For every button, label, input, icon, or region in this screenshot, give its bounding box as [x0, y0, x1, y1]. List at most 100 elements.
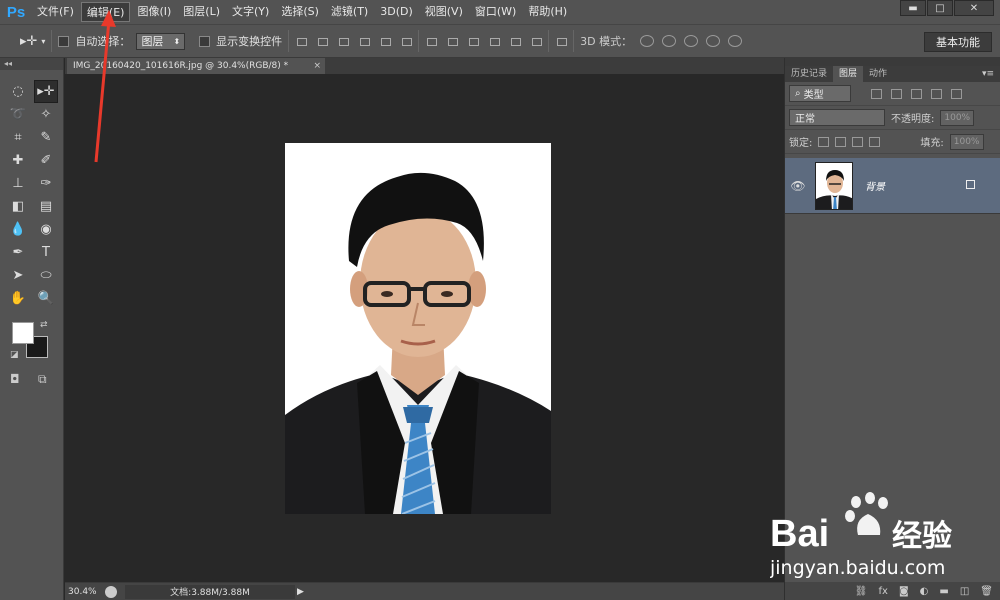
close-tab-icon[interactable]: ×	[313, 58, 321, 74]
align-hcenter-icon[interactable]	[379, 35, 392, 47]
layer-style-fx-icon[interactable]: fx	[879, 586, 888, 597]
filter-type-icon[interactable]	[911, 88, 922, 99]
distribute-top-icon[interactable]	[425, 35, 438, 47]
history-brush-tool-icon[interactable]: ✑	[34, 172, 58, 195]
lock-transparent-icon[interactable]	[818, 136, 830, 147]
document-tab[interactable]: IMG_20160420_101616R.jpg @ 30.4%(RGB/8) …	[67, 58, 325, 74]
close-icon[interactable]: ✕	[954, 0, 994, 16]
menu-help[interactable]: 帮助(H)	[523, 2, 572, 22]
distribute-right-icon[interactable]	[530, 35, 543, 47]
opacity-input[interactable]: 100%	[940, 109, 975, 126]
show-transform-option[interactable]: 显示变换控件	[199, 33, 282, 49]
menu-window[interactable]: 窗口(W)	[470, 2, 521, 22]
menu-type[interactable]: 文字(Y)	[227, 2, 274, 22]
layer-row[interactable]: 👁 背景	[785, 158, 1000, 214]
menu-view[interactable]: 视图(V)	[420, 2, 468, 22]
auto-align-icon[interactable]	[555, 35, 568, 47]
status-menu-arrow-icon[interactable]: ▶	[297, 587, 304, 597]
menu-3d[interactable]: 3D(D)	[375, 2, 418, 22]
canvas-area[interactable]	[65, 74, 784, 582]
lock-position-icon[interactable]	[852, 136, 864, 147]
document-image[interactable]	[285, 143, 551, 514]
screen-mode-icon[interactable]: ⧉	[38, 372, 47, 387]
swap-colors-icon[interactable]: ⇄	[40, 320, 48, 330]
distribute-bottom-icon[interactable]	[467, 35, 480, 47]
zoom-level[interactable]: 30.4%	[65, 587, 105, 597]
workspace-switcher[interactable]: 基本功能	[924, 32, 992, 52]
tab-layers[interactable]: 图层	[833, 66, 864, 82]
minimize-icon[interactable]: ▬	[900, 0, 926, 16]
3d-pan-icon[interactable]	[684, 35, 699, 47]
auto-select-target-dropdown[interactable]: 图层 ⬍	[136, 32, 186, 50]
panel-collapse-strip[interactable]	[785, 58, 1000, 66]
brush-tool-icon[interactable]: ✐	[34, 149, 58, 172]
magic-wand-tool-icon[interactable]: ✧	[34, 103, 58, 126]
align-right-icon[interactable]	[400, 35, 413, 47]
lasso-tool-icon[interactable]: ➰	[6, 103, 30, 126]
menu-edit[interactable]: 编辑(E)	[80, 2, 131, 22]
type-tool-icon[interactable]: T	[34, 241, 58, 264]
layer-lock-icon[interactable]	[966, 180, 975, 189]
healing-brush-tool-icon[interactable]: ✚	[6, 149, 30, 172]
tool-preset-picker[interactable]: ▸✛ ▾	[20, 34, 45, 49]
add-mask-icon[interactable]: ◙	[899, 586, 909, 597]
path-selection-tool-icon[interactable]: ➤	[6, 264, 30, 287]
gradient-tool-icon[interactable]: ▤	[34, 195, 58, 218]
zoom-tool-icon[interactable]: 🔍	[34, 287, 58, 310]
adjustment-layer-icon[interactable]: ◐	[920, 586, 929, 597]
link-layers-icon[interactable]: ⛓	[855, 586, 868, 597]
toolbox-collapse-icon[interactable]: ◂◂	[0, 58, 63, 70]
menu-file[interactable]: 文件(F)	[32, 2, 79, 22]
filter-shape-icon[interactable]	[931, 88, 942, 99]
show-transform-checkbox[interactable]	[199, 35, 211, 47]
new-layer-icon[interactable]: ◫	[960, 586, 969, 597]
new-group-icon[interactable]: ▬	[939, 586, 948, 597]
dodge-tool-icon[interactable]: ◉	[34, 218, 58, 241]
delete-layer-icon[interactable]: 🗑	[980, 586, 993, 597]
distribute-vcenter-icon[interactable]	[446, 35, 459, 47]
auto-select-checkbox[interactable]	[58, 35, 70, 47]
eyedropper-tool-icon[interactable]: ✎	[34, 126, 58, 149]
tab-actions[interactable]: 动作	[863, 66, 893, 82]
default-colors-icon[interactable]: ◪	[10, 350, 19, 360]
tab-history[interactable]: 历史记录	[785, 66, 833, 82]
panel-menu-icon[interactable]: ▾≡	[982, 66, 994, 82]
pen-tool-icon[interactable]: ✒	[6, 241, 30, 264]
move-tool-icon[interactable]: ▸✛	[34, 80, 58, 103]
quick-mask-icon[interactable]: ◘	[10, 372, 20, 386]
blur-tool-icon[interactable]: 💧	[6, 218, 30, 241]
maximize-icon[interactable]: □	[927, 0, 953, 16]
clone-stamp-tool-icon[interactable]: ⊥	[6, 172, 30, 195]
3d-rotate-icon[interactable]	[640, 35, 655, 47]
align-top-icon[interactable]	[295, 35, 308, 47]
fill-input[interactable]: 100%	[949, 133, 984, 150]
visibility-eye-icon[interactable]: 👁	[785, 179, 811, 193]
menu-select[interactable]: 选择(S)	[276, 2, 324, 22]
ellipse-tool-icon[interactable]: ⬭	[34, 264, 58, 287]
menu-layer[interactable]: 图层(L)	[178, 2, 225, 22]
distribute-hcenter-icon[interactable]	[509, 35, 522, 47]
hand-tool-icon[interactable]: ✋	[6, 287, 30, 310]
foreground-color-swatch[interactable]	[12, 322, 34, 344]
menu-filter[interactable]: 滤镜(T)	[326, 2, 373, 22]
filter-adjustment-icon[interactable]	[891, 88, 902, 99]
share-icon[interactable]	[105, 585, 117, 598]
marquee-tool-icon[interactable]: ◌	[6, 80, 30, 103]
lock-pixels-icon[interactable]	[835, 136, 847, 147]
3d-roll-icon[interactable]	[662, 35, 677, 47]
crop-tool-icon[interactable]: ⌗	[6, 126, 30, 149]
filter-smart-object-icon[interactable]	[951, 88, 962, 99]
layer-filter-dropdown[interactable]: ⌕ 类型	[789, 85, 851, 102]
3d-slide-icon[interactable]	[706, 35, 721, 47]
menu-image[interactable]: 图像(I)	[132, 2, 176, 22]
auto-select-option[interactable]: 自动选择：	[58, 33, 130, 49]
eraser-tool-icon[interactable]: ◧	[6, 195, 30, 218]
align-vcenter-icon[interactable]	[316, 35, 329, 47]
distribute-left-icon[interactable]	[488, 35, 501, 47]
align-bottom-icon[interactable]	[337, 35, 350, 47]
align-left-icon[interactable]	[358, 35, 371, 47]
lock-all-icon[interactable]	[869, 136, 881, 147]
blend-mode-dropdown[interactable]: 正常	[789, 109, 885, 126]
3d-scale-icon[interactable]	[728, 35, 743, 47]
filter-pixel-icon[interactable]	[871, 88, 882, 99]
